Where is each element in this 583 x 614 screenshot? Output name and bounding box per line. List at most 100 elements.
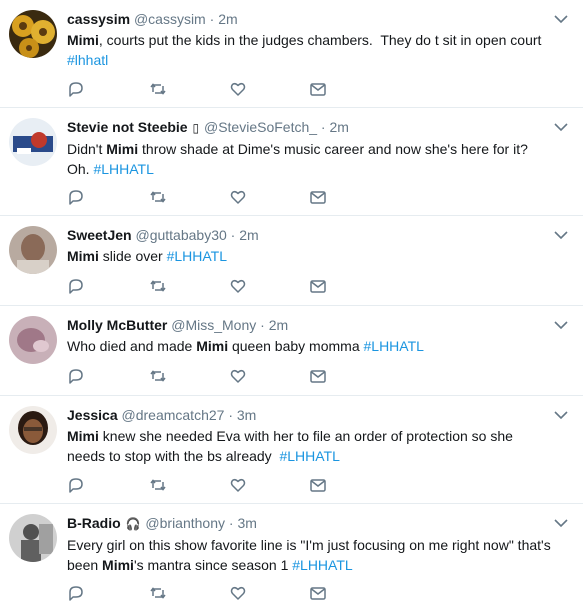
handle[interactable]: @brianthony (145, 515, 225, 531)
display-name[interactable]: Jessica (67, 407, 118, 423)
handle[interactable]: @guttababy30 (135, 227, 226, 243)
reply-icon[interactable] (67, 367, 85, 385)
handle[interactable]: @Miss_Mony (171, 317, 256, 333)
hashtag-link[interactable]: #LHHATL (292, 557, 352, 573)
tweet[interactable]: Jessica @dreamcatch27 · 3m Mimi knew she… (0, 396, 583, 504)
tweet-header: B-Radio 🎧 @brianthony · 3m (67, 514, 553, 533)
separator-dot: · (320, 119, 326, 135)
reply-icon[interactable] (67, 80, 85, 98)
hashtag-link[interactable]: #LHHATL (364, 338, 424, 354)
message-icon[interactable] (309, 80, 327, 98)
retweet-icon[interactable] (149, 277, 167, 295)
avatar[interactable] (9, 226, 57, 274)
message-icon[interactable] (309, 188, 327, 206)
avatar[interactable] (9, 316, 57, 364)
tweet-text-fragment: 's mantra since season 1 (133, 556, 293, 573)
highlighted-keyword: Mimi (67, 32, 99, 48)
chevron-down-icon[interactable] (554, 14, 568, 24)
separator-dot: · (230, 227, 236, 243)
handle[interactable]: @dreamcatch27 (122, 407, 225, 423)
display-name[interactable]: Stevie not Steebie (67, 119, 188, 135)
separator-dot: · (228, 407, 233, 423)
avatar[interactable] (9, 406, 57, 454)
message-icon[interactable] (309, 277, 327, 295)
reply-icon[interactable] (67, 476, 85, 494)
tweet-actions (67, 277, 337, 295)
chevron-down-icon[interactable] (554, 230, 568, 240)
reply-icon[interactable] (67, 277, 85, 295)
like-icon[interactable] (229, 584, 247, 602)
tweet-text-fragment: , courts put the kids in the judges cham… (98, 32, 546, 48)
tweet-actions (67, 188, 337, 206)
chevron-down-icon[interactable] (554, 320, 568, 330)
timestamp[interactable]: 2m (269, 317, 288, 333)
chevron-down-icon[interactable] (554, 518, 568, 528)
retweet-icon[interactable] (149, 584, 167, 602)
like-icon[interactable] (229, 188, 247, 206)
timestamp[interactable]: 2m (218, 11, 237, 27)
hashtag-link[interactable]: #LHHATL (167, 248, 227, 264)
display-name[interactable]: cassysim (67, 11, 130, 27)
tweet-header: SweetJen @guttababy30 · 2m (67, 226, 553, 244)
tweet-text: Every girl on this show favorite line is… (67, 536, 553, 575)
avatar[interactable] (9, 514, 57, 562)
like-icon[interactable] (229, 476, 247, 494)
tweet[interactable]: SweetJen @guttababy30 · 2m Mimi slide ov… (0, 216, 583, 306)
retweet-icon[interactable] (149, 476, 167, 494)
highlighted-keyword: Mimi (67, 428, 99, 444)
tweet-actions (67, 367, 337, 385)
highlighted-keyword: Mimi (67, 248, 99, 264)
tweet[interactable]: Stevie not Steebie ▯ @StevieSoFetch_ · 2… (0, 108, 583, 216)
message-icon[interactable] (309, 584, 327, 602)
display-name[interactable]: Molly McButter (67, 317, 167, 333)
hashtag-link[interactable]: #lhhatl (67, 52, 108, 68)
tweet-actions (67, 584, 337, 602)
avatar[interactable] (9, 10, 57, 58)
tweet-text-fragment: Who died and made (67, 338, 197, 354)
reply-icon[interactable] (67, 188, 85, 206)
retweet-icon[interactable] (149, 80, 167, 98)
timestamp[interactable]: 3m (237, 407, 256, 423)
tweet-header: Jessica @dreamcatch27 · 3m (67, 406, 553, 424)
highlighted-keyword: Mimi (102, 556, 134, 573)
message-icon[interactable] (309, 367, 327, 385)
tweet-text: Didn't Mimi throw shade at Dime's music … (67, 140, 553, 179)
hashtag-link[interactable]: #LHHATL (279, 448, 339, 464)
retweet-icon[interactable] (149, 367, 167, 385)
chevron-down-icon[interactable] (554, 122, 568, 132)
tweet-header: Stevie not Steebie ▯ @StevieSoFetch_ · 2… (67, 118, 553, 137)
chevron-down-icon[interactable] (554, 410, 568, 420)
handle[interactable]: @cassysim (134, 11, 206, 27)
timestamp[interactable]: 2m (239, 227, 258, 243)
like-icon[interactable] (229, 277, 247, 295)
tweet-text: Mimi slide over #LHHATL (67, 247, 553, 267)
separator-dot: · (228, 515, 234, 531)
handle[interactable]: @StevieSoFetch_ (204, 119, 317, 135)
tweet[interactable]: Molly McButter @Miss_Mony · 2m Who died … (0, 306, 583, 396)
like-icon[interactable] (229, 367, 247, 385)
timestamp[interactable]: 2m (329, 119, 348, 135)
highlighted-keyword: Mimi (196, 338, 229, 354)
tweet-text: Mimi, courts put the kids in the judges … (67, 31, 553, 70)
reply-icon[interactable] (67, 584, 85, 602)
tweet-text-fragment: queen baby momma (228, 338, 364, 354)
tweet-header: cassysim @cassysim · 2m (67, 10, 553, 28)
separator-dot: · (260, 317, 265, 333)
tweet[interactable]: B-Radio 🎧 @brianthony · 3m Every girl on… (0, 504, 583, 612)
retweet-icon[interactable] (149, 188, 167, 206)
separator-dot: · (209, 11, 215, 27)
tweet-actions (67, 476, 337, 494)
tweet-text-fragment: slide over (98, 248, 167, 264)
name-emoji: ▯ (192, 121, 200, 135)
tweet-text: Who died and made Mimi queen baby momma … (67, 337, 553, 357)
hashtag-link[interactable]: #LHHATL (93, 161, 153, 177)
tweet-header: Molly McButter @Miss_Mony · 2m (67, 316, 553, 334)
tweet[interactable]: cassysim @cassysim · 2m Mimi, courts put… (0, 0, 583, 108)
display-name[interactable]: SweetJen (67, 227, 132, 243)
avatar[interactable] (9, 118, 57, 166)
tweet-actions (67, 80, 337, 98)
message-icon[interactable] (309, 476, 327, 494)
timestamp[interactable]: 3m (237, 515, 256, 531)
display-name[interactable]: B-Radio (67, 515, 121, 531)
like-icon[interactable] (229, 80, 247, 98)
